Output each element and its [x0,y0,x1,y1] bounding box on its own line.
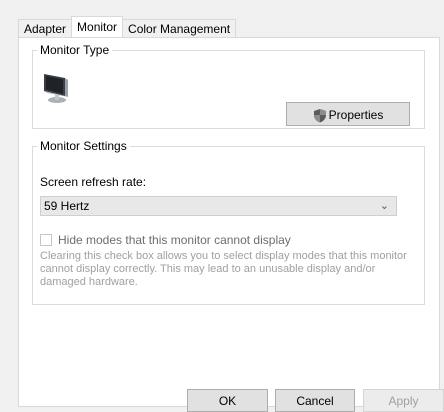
hide-modes-description: Clearing this check box allows you to se… [40,250,407,288]
tab-monitor[interactable]: Monitor [71,16,124,37]
ok-button[interactable]: OK [187,389,268,412]
refresh-rate-select[interactable]: 59 Hertz ⌄ [40,196,397,216]
monitor-settings-title: Monitor Settings [40,139,127,153]
display-properties-dialog: Adapter Monitor Color Management Monitor… [0,0,444,412]
monitor-type-title: Monitor Type [40,43,110,57]
tab-color-management[interactable]: Color Management [122,19,237,37]
refresh-rate-label: Screen refresh rate: [40,175,147,189]
monitor-settings-group: Monitor Settings Screen refresh rate: 59… [32,139,425,305]
tab-strip: Adapter Monitor Color Management [18,16,237,37]
tab-adapter[interactable]: Adapter [18,19,73,37]
apply-button[interactable]: Apply [363,389,444,412]
cancel-button[interactable]: Cancel [275,389,355,412]
refresh-rate-value: 59 Hertz [44,199,90,213]
properties-button-label: Properties [328,108,384,122]
monitor-icon [44,74,68,103]
properties-button[interactable]: Properties [286,102,410,126]
chevron-down-icon: ⌄ [379,200,389,212]
monitor-type-group: Monitor Type Properties [32,43,425,129]
tab-panel-monitor: Monitor Type Properties Monitor Settings… [18,37,440,407]
shield-icon [313,109,326,123]
hide-modes-row: Hide modes that this monitor cannot disp… [40,233,291,247]
hide-modes-checkbox[interactable] [40,234,52,246]
hide-modes-label: Hide modes that this monitor cannot disp… [58,233,291,247]
